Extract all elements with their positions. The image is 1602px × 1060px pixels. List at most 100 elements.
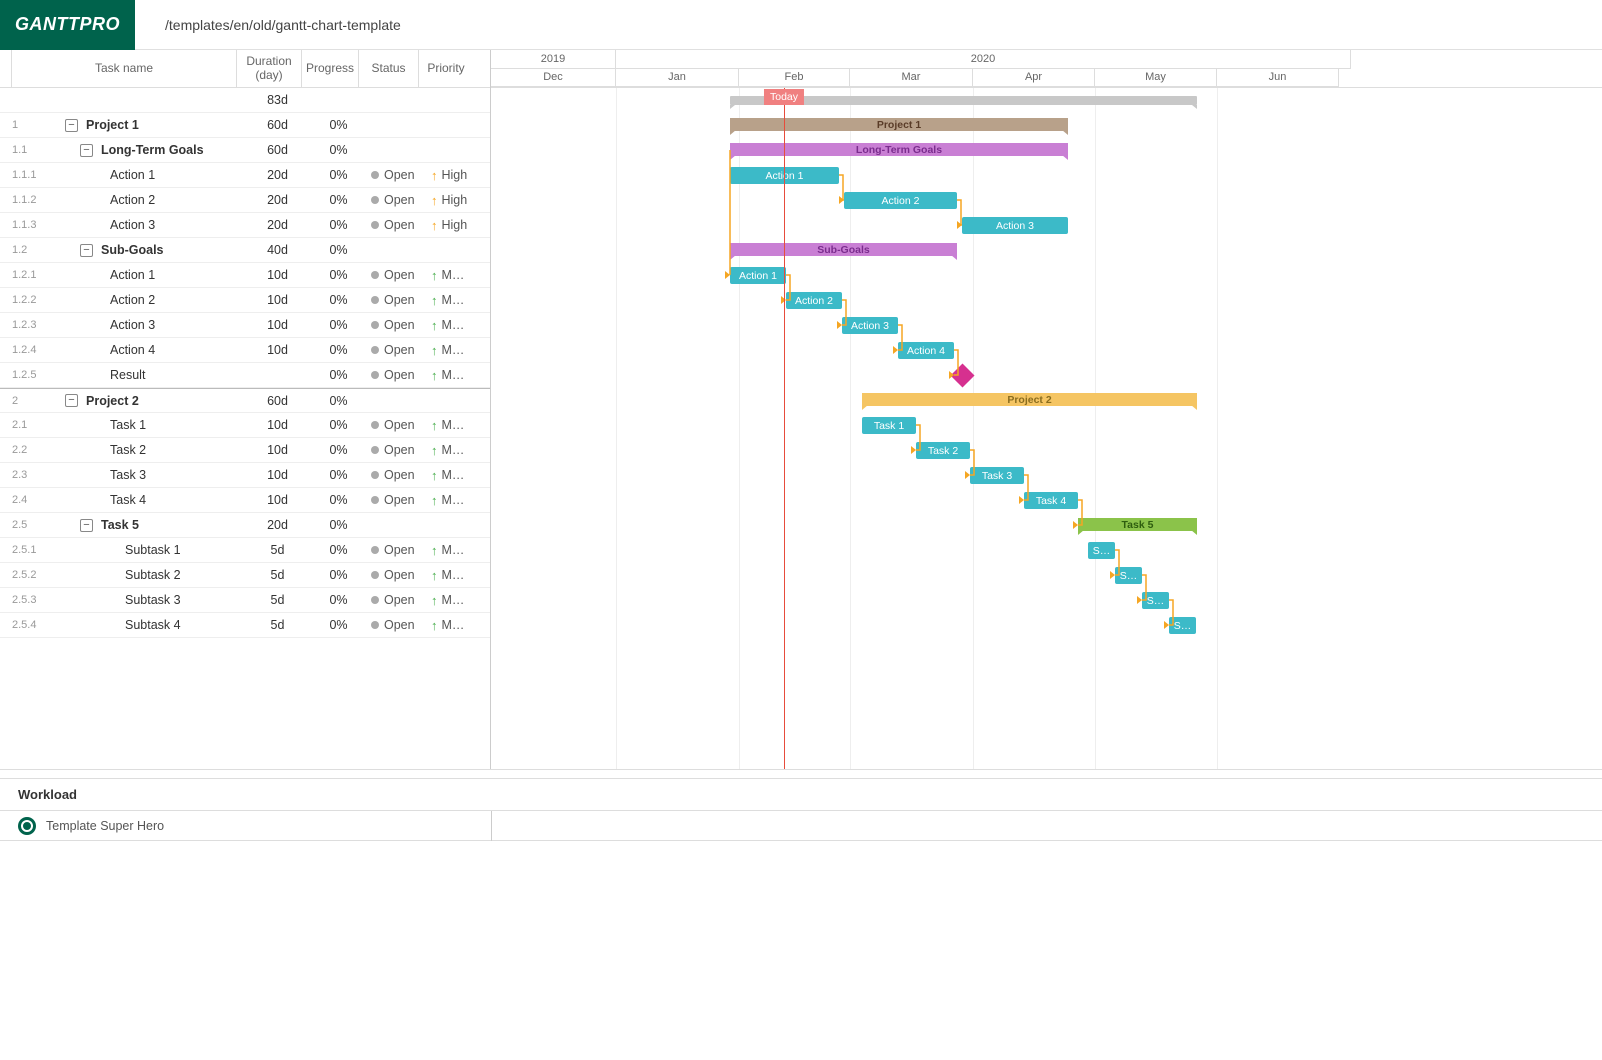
priority-cell[interactable]: ↑M… bbox=[427, 493, 481, 507]
progress-cell[interactable]: 0% bbox=[310, 168, 367, 182]
group-bar[interactable]: Sub-Goals bbox=[730, 243, 957, 256]
progress-cell[interactable]: 0% bbox=[310, 618, 367, 632]
duration-cell[interactable]: 10d bbox=[245, 418, 310, 432]
task-bar[interactable]: Task 4 bbox=[1024, 492, 1078, 509]
group-bar[interactable]: Long-Term Goals bbox=[730, 143, 1068, 156]
task-bar[interactable]: Action 2 bbox=[844, 192, 957, 209]
table-row[interactable]: 1.2.5Result0%Open↑M… bbox=[0, 363, 490, 388]
table-row[interactable]: 1.1.3Action 320d0%Open↑High bbox=[0, 213, 490, 238]
table-row[interactable]: 2−Project 260d0% bbox=[0, 388, 490, 413]
task-bar[interactable]: Task 1 bbox=[862, 417, 916, 434]
progress-cell[interactable]: 0% bbox=[310, 493, 367, 507]
duration-cell[interactable]: 10d bbox=[245, 468, 310, 482]
task-bar[interactable]: Action 3 bbox=[962, 217, 1068, 234]
duration-cell[interactable]: 5d bbox=[245, 543, 310, 557]
duration-cell[interactable]: 10d bbox=[245, 293, 310, 307]
table-row[interactable]: 1.2.4Action 410d0%Open↑M… bbox=[0, 338, 490, 363]
collapse-icon[interactable]: − bbox=[80, 144, 93, 157]
duration-cell[interactable]: 10d bbox=[245, 443, 310, 457]
collapse-icon[interactable]: − bbox=[65, 119, 78, 132]
priority-cell[interactable]: ↑M… bbox=[427, 468, 481, 482]
task-bar[interactable]: Action 1 bbox=[730, 267, 786, 284]
duration-cell[interactable]: 5d bbox=[245, 593, 310, 607]
priority-cell[interactable]: ↑M… bbox=[427, 268, 481, 282]
collapse-icon[interactable]: − bbox=[80, 519, 93, 532]
workload-title[interactable]: Workload bbox=[0, 779, 1602, 811]
col-task-name[interactable]: Task name bbox=[12, 50, 237, 87]
priority-cell[interactable]: ↑M… bbox=[427, 593, 481, 607]
status-cell[interactable]: Open bbox=[367, 543, 427, 557]
duration-cell[interactable]: 10d bbox=[245, 268, 310, 282]
progress-cell[interactable]: 0% bbox=[310, 193, 367, 207]
duration-cell[interactable]: 20d bbox=[245, 518, 310, 532]
task-bar[interactable]: S… bbox=[1115, 567, 1142, 584]
duration-cell[interactable]: 20d bbox=[245, 193, 310, 207]
status-cell[interactable]: Open bbox=[367, 618, 427, 632]
progress-cell[interactable]: 0% bbox=[310, 468, 367, 482]
progress-cell[interactable]: 0% bbox=[310, 593, 367, 607]
priority-cell[interactable]: ↑M… bbox=[427, 418, 481, 432]
table-row[interactable]: 1.1.1Action 120d0%Open↑High bbox=[0, 163, 490, 188]
table-row[interactable]: 2.5.4Subtask 45d0%Open↑M… bbox=[0, 613, 490, 638]
status-cell[interactable]: Open bbox=[367, 593, 427, 607]
task-bar[interactable]: S… bbox=[1142, 592, 1169, 609]
duration-cell[interactable]: 10d bbox=[245, 493, 310, 507]
status-cell[interactable]: Open bbox=[367, 343, 427, 357]
task-bar[interactable]: Action 3 bbox=[842, 317, 898, 334]
table-row[interactable]: 1.2.2Action 210d0%Open↑M… bbox=[0, 288, 490, 313]
priority-cell[interactable]: ↑M… bbox=[427, 543, 481, 557]
table-row[interactable]: 2.5.2Subtask 25d0%Open↑M… bbox=[0, 563, 490, 588]
table-row[interactable]: 1−Project 160d0% bbox=[0, 113, 490, 138]
col-duration[interactable]: Duration (day) bbox=[237, 50, 302, 87]
status-cell[interactable]: Open bbox=[367, 443, 427, 457]
progress-cell[interactable]: 0% bbox=[310, 394, 367, 408]
duration-cell[interactable]: 10d bbox=[245, 318, 310, 332]
task-bar[interactable]: S… bbox=[1088, 542, 1115, 559]
duration-cell[interactable]: 10d bbox=[245, 343, 310, 357]
task-bar[interactable]: Action 4 bbox=[898, 342, 954, 359]
priority-cell[interactable]: ↑M… bbox=[427, 568, 481, 582]
table-row[interactable]: 1.2.3Action 310d0%Open↑M… bbox=[0, 313, 490, 338]
table-row[interactable]: 1.2.1Action 110d0%Open↑M… bbox=[0, 263, 490, 288]
progress-cell[interactable]: 0% bbox=[310, 343, 367, 357]
status-cell[interactable]: Open bbox=[367, 368, 427, 382]
progress-cell[interactable]: 0% bbox=[310, 418, 367, 432]
table-row[interactable]: 2.5.1Subtask 15d0%Open↑M… bbox=[0, 538, 490, 563]
gantt-timeline[interactable]: 20192020 DecJanFebMarAprMayJun TodayProj… bbox=[491, 50, 1602, 769]
col-progress[interactable]: Progress bbox=[302, 50, 359, 87]
progress-cell[interactable]: 0% bbox=[310, 243, 367, 257]
duration-cell[interactable]: 40d bbox=[245, 243, 310, 257]
progress-cell[interactable]: 0% bbox=[310, 543, 367, 557]
progress-cell[interactable]: 0% bbox=[310, 218, 367, 232]
priority-cell[interactable]: ↑High bbox=[427, 218, 481, 232]
duration-cell[interactable]: 60d bbox=[245, 118, 310, 132]
task-bar[interactable]: S… bbox=[1169, 617, 1196, 634]
progress-cell[interactable]: 0% bbox=[310, 568, 367, 582]
priority-cell[interactable]: ↑M… bbox=[427, 318, 481, 332]
table-row[interactable]: 1.1−Long-Term Goals60d0% bbox=[0, 138, 490, 163]
duration-cell[interactable]: 60d bbox=[245, 394, 310, 408]
duration-cell[interactable]: 60d bbox=[245, 143, 310, 157]
col-status[interactable]: Status bbox=[359, 50, 419, 87]
priority-cell[interactable]: ↑High bbox=[427, 168, 481, 182]
status-cell[interactable]: Open bbox=[367, 568, 427, 582]
collapse-icon[interactable]: − bbox=[80, 244, 93, 257]
task-bar[interactable]: Task 3 bbox=[970, 467, 1024, 484]
group-bar[interactable]: Project 1 bbox=[730, 118, 1068, 131]
status-cell[interactable]: Open bbox=[367, 268, 427, 282]
table-row[interactable]: 2.3Task 310d0%Open↑M… bbox=[0, 463, 490, 488]
task-bar[interactable]: Action 2 bbox=[786, 292, 842, 309]
status-cell[interactable]: Open bbox=[367, 193, 427, 207]
progress-cell[interactable]: 0% bbox=[310, 368, 367, 382]
priority-cell[interactable]: ↑High bbox=[427, 193, 481, 207]
progress-cell[interactable]: 0% bbox=[310, 268, 367, 282]
table-row[interactable]: 2.1Task 110d0%Open↑M… bbox=[0, 413, 490, 438]
table-row[interactable]: 2.2Task 210d0%Open↑M… bbox=[0, 438, 490, 463]
status-cell[interactable]: Open bbox=[367, 468, 427, 482]
progress-cell[interactable]: 0% bbox=[310, 518, 367, 532]
duration-cell[interactable]: 20d bbox=[245, 218, 310, 232]
progress-cell[interactable]: 0% bbox=[310, 318, 367, 332]
table-row[interactable]: 2.5.3Subtask 35d0%Open↑M… bbox=[0, 588, 490, 613]
status-cell[interactable]: Open bbox=[367, 218, 427, 232]
table-row[interactable]: 1.2−Sub-Goals40d0% bbox=[0, 238, 490, 263]
